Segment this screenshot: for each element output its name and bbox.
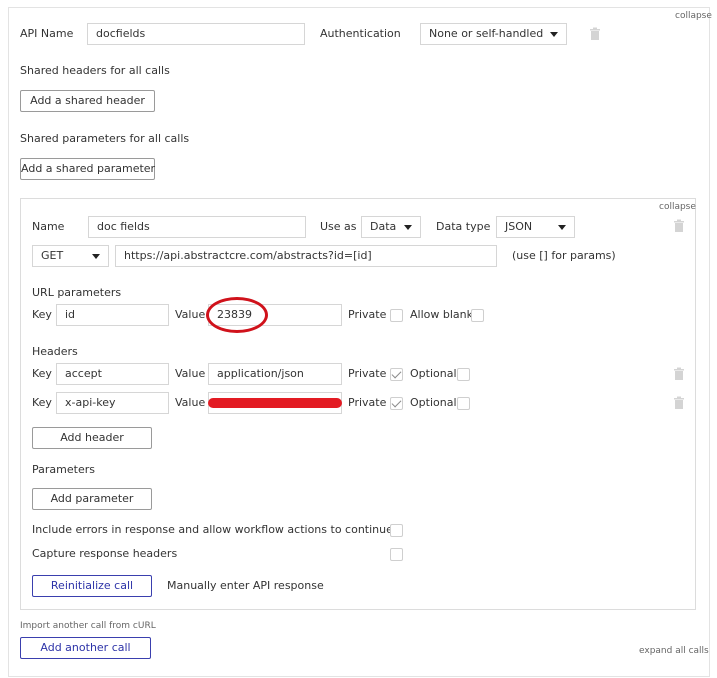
- url-param-key-label: Key: [32, 308, 52, 321]
- allow-blank-checkbox[interactable]: [471, 309, 484, 322]
- call-name-input[interactable]: doc fields: [88, 216, 306, 238]
- header-key-label: Key: [32, 367, 52, 380]
- capture-headers-label: Capture response headers: [32, 547, 178, 560]
- use-as-label: Use as: [320, 220, 357, 233]
- data-type-value: JSON: [505, 220, 533, 233]
- header-private-label: Private: [348, 367, 387, 380]
- header-value-label: Value: [175, 396, 206, 409]
- import-curl-label[interactable]: Import another call from cURL: [20, 619, 156, 633]
- collapse-link[interactable]: collapse: [675, 9, 712, 23]
- add-shared-header-button[interactable]: Add a shared header: [20, 90, 155, 112]
- add-header-button[interactable]: Add header: [32, 427, 152, 449]
- header-optional-checkbox[interactable]: [457, 397, 470, 410]
- header-private-checkbox[interactable]: [390, 397, 403, 410]
- trash-icon[interactable]: [672, 219, 686, 233]
- http-method-dropdown[interactable]: GET: [32, 245, 109, 267]
- header-key-input[interactable]: x-api-key: [56, 392, 169, 414]
- chevron-down-icon: [404, 225, 412, 230]
- call-name-label: Name: [32, 220, 65, 233]
- shared-headers-title: Shared headers for all calls: [20, 64, 170, 77]
- url-param-key-input[interactable]: id: [56, 304, 169, 326]
- header-private-checkbox[interactable]: [390, 368, 403, 381]
- use-as-value: Data: [370, 220, 397, 233]
- url-params-title: URL parameters: [32, 286, 122, 299]
- checkmark-icon: [391, 368, 402, 379]
- header-key-input[interactable]: accept: [56, 363, 169, 385]
- chevron-down-icon: [550, 32, 558, 37]
- api-name-input[interactable]: docfields: [87, 23, 305, 45]
- add-another-call-button[interactable]: Add another call: [20, 637, 151, 659]
- include-errors-checkbox[interactable]: [390, 524, 403, 537]
- reinitialize-call-button[interactable]: Reinitialize call: [32, 575, 152, 597]
- chevron-down-icon: [558, 225, 566, 230]
- allow-blank-label: Allow blank: [410, 308, 473, 321]
- url-hint: (use [] for params): [512, 249, 616, 262]
- url-param-private-checkbox[interactable]: [390, 309, 403, 322]
- url-param-private-label: Private: [348, 308, 387, 321]
- trash-icon[interactable]: [588, 27, 602, 41]
- add-parameter-button[interactable]: Add parameter: [32, 488, 152, 510]
- header-optional-checkbox[interactable]: [457, 368, 470, 381]
- annotation-circle: [206, 297, 268, 333]
- http-method-value: GET: [41, 249, 64, 262]
- add-shared-parameter-button[interactable]: Add a shared parameter: [20, 158, 155, 180]
- shared-params-title: Shared parameters for all calls: [20, 132, 190, 145]
- header-value-label: Value: [175, 367, 206, 380]
- url-input[interactable]: https://api.abstractcre.com/abstracts?id…: [115, 245, 497, 267]
- checkmark-icon: [391, 397, 402, 408]
- expand-all-calls-link[interactable]: expand all calls: [639, 644, 709, 658]
- header-optional-label: Optional: [410, 396, 457, 409]
- parameters-title: Parameters: [32, 463, 95, 476]
- redaction-mark: [208, 398, 342, 408]
- chevron-down-icon: [92, 254, 100, 259]
- trash-icon[interactable]: [672, 367, 686, 381]
- authentication-dropdown[interactable]: None or self-handled: [420, 23, 567, 45]
- authentication-value: None or self-handled: [429, 27, 544, 40]
- api-name-label: API Name: [20, 27, 74, 40]
- include-errors-label: Include errors in response and allow wor…: [32, 523, 393, 536]
- call-collapse-link[interactable]: collapse: [659, 200, 696, 214]
- use-as-dropdown[interactable]: Data: [361, 216, 421, 238]
- trash-icon[interactable]: [672, 396, 686, 410]
- header-key-label: Key: [32, 396, 52, 409]
- header-optional-label: Optional: [410, 367, 457, 380]
- data-type-label: Data type: [436, 220, 491, 233]
- manual-response-link[interactable]: Manually enter API response: [167, 579, 324, 593]
- data-type-dropdown[interactable]: JSON: [496, 216, 575, 238]
- authentication-label: Authentication: [320, 27, 401, 40]
- header-value-input[interactable]: application/json: [208, 363, 342, 385]
- capture-headers-checkbox[interactable]: [390, 548, 403, 561]
- header-private-label: Private: [348, 396, 387, 409]
- headers-title: Headers: [32, 345, 78, 358]
- url-param-value-label: Value: [175, 308, 206, 321]
